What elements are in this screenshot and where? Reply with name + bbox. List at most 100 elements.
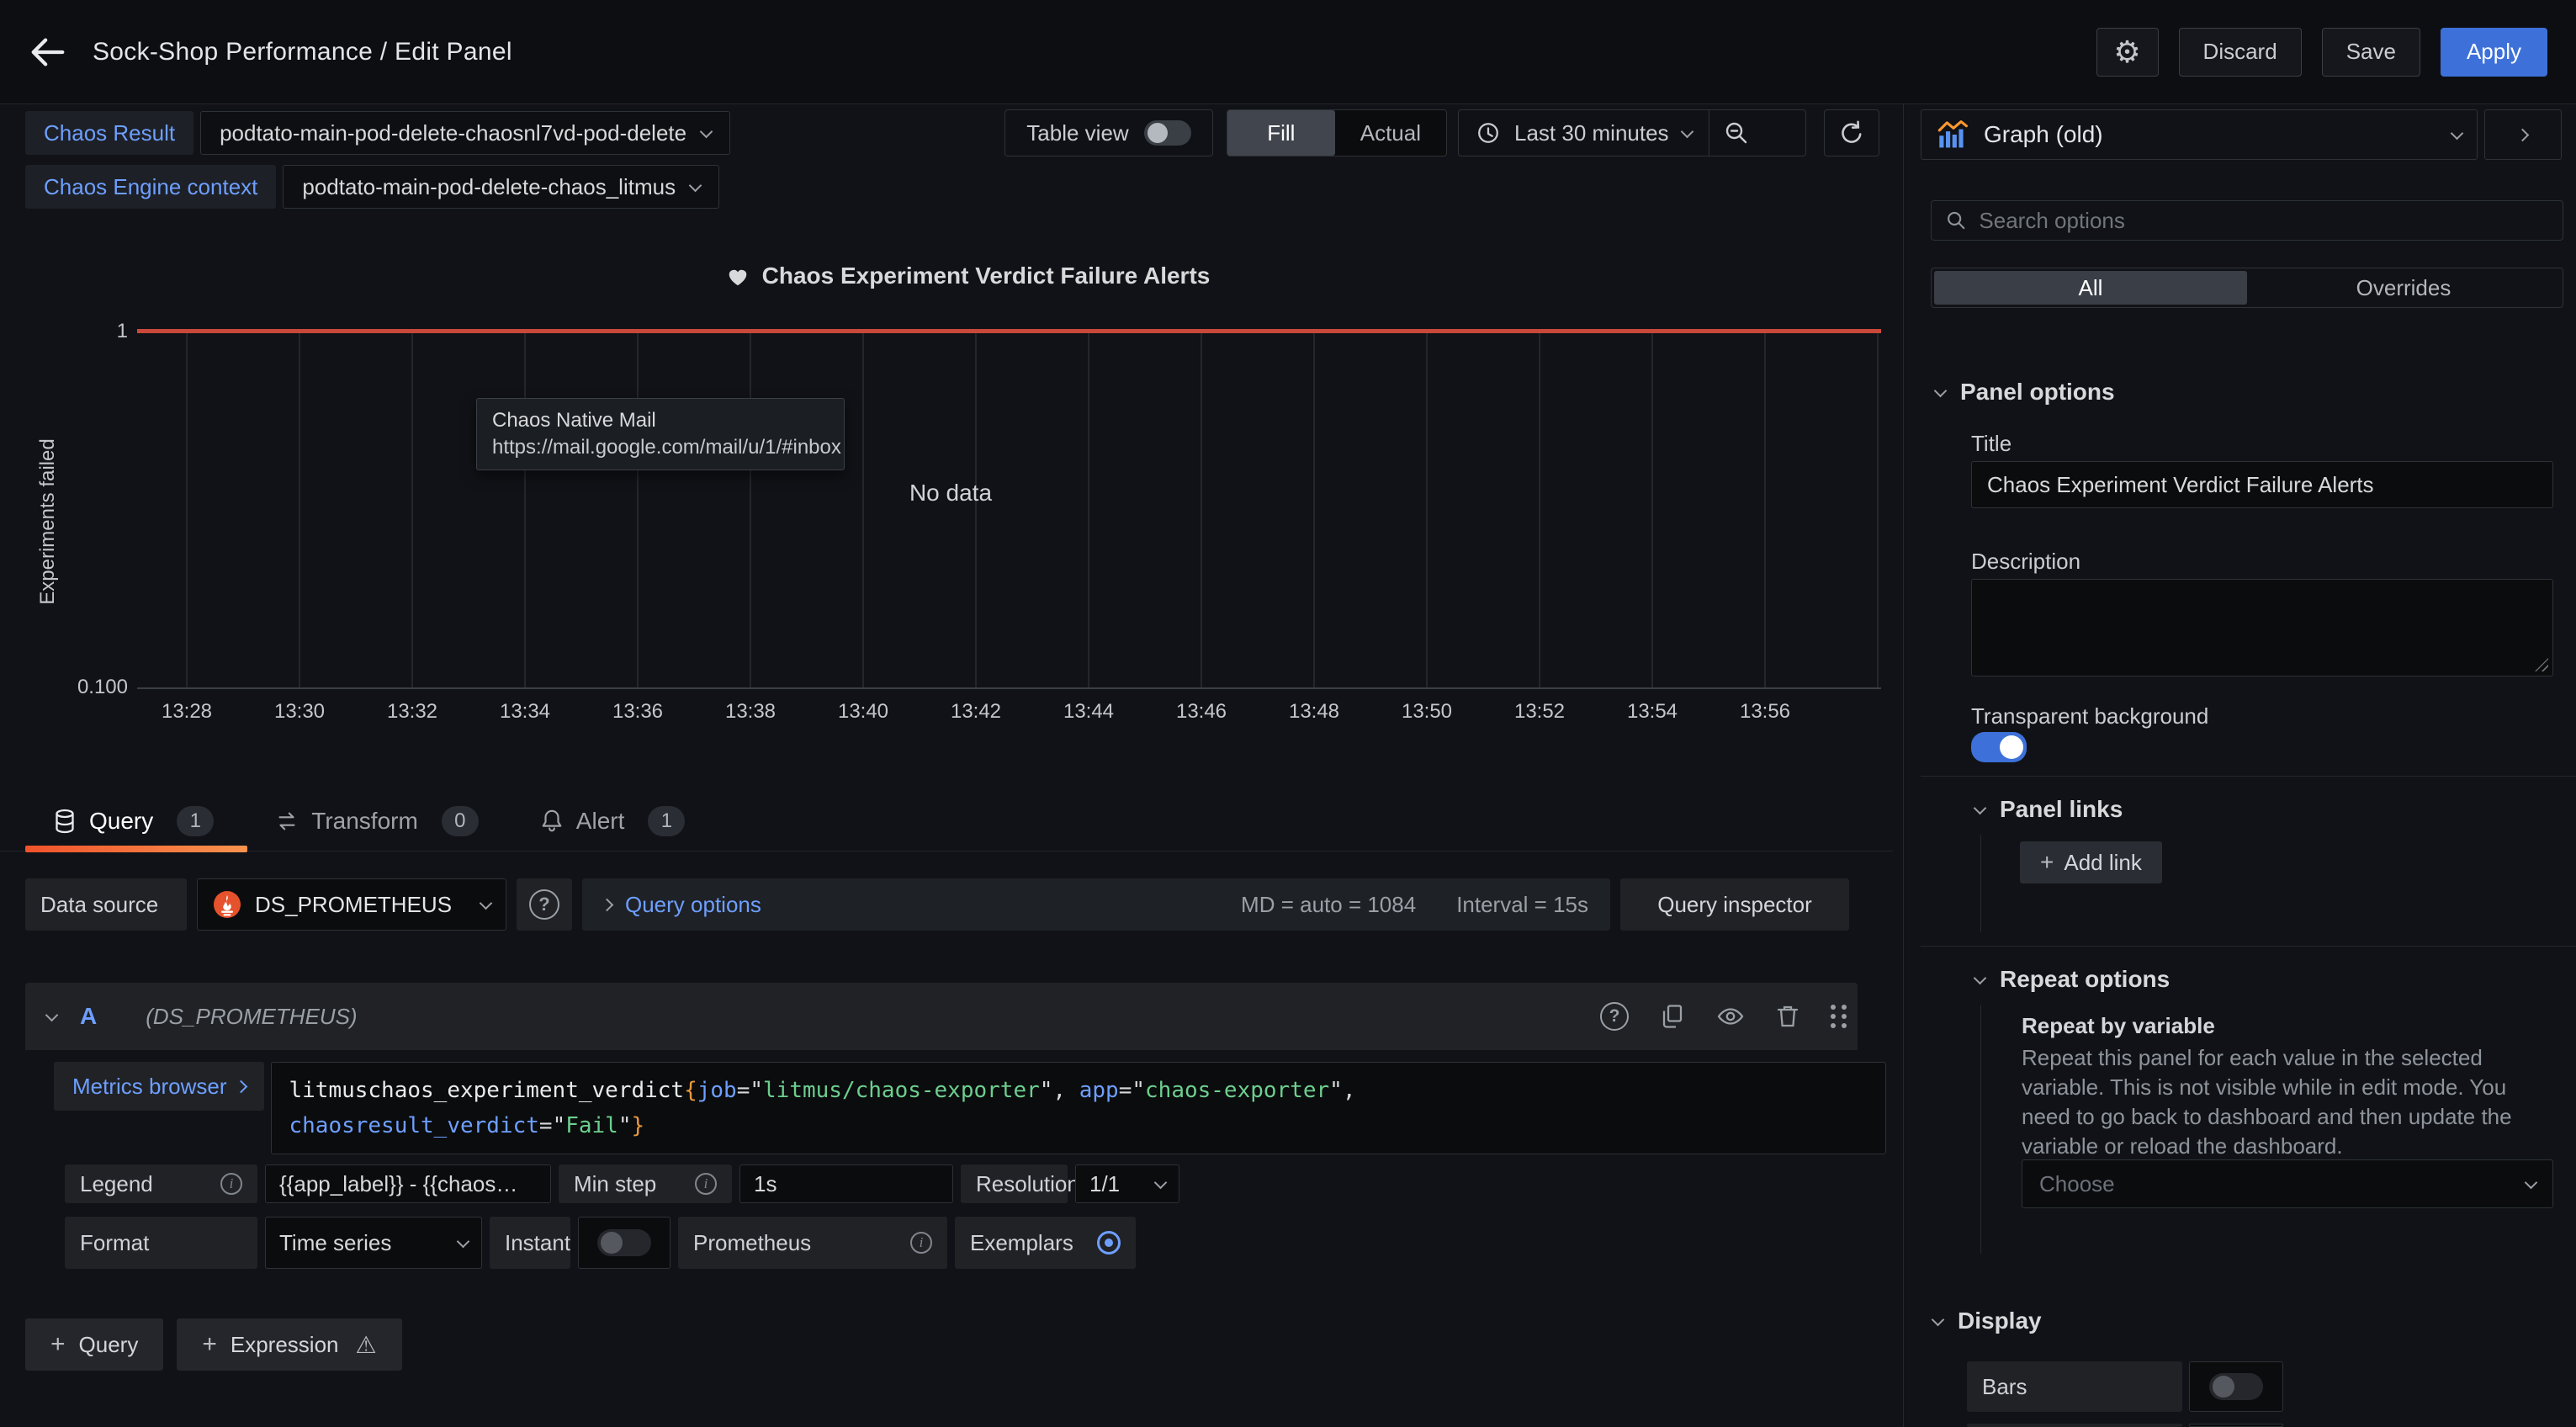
query-options-bar[interactable]: Query options MD = auto = 1084 Interval … bbox=[582, 878, 1610, 931]
add-link-button[interactable]: + Add link bbox=[2020, 841, 2162, 883]
exemplars-icon[interactable] bbox=[1097, 1231, 1121, 1255]
visualization-name: Graph (old) bbox=[1984, 121, 2439, 148]
query-options-row-2: Format Time series Instant Prometheus i … bbox=[65, 1217, 1136, 1269]
datasource-picker[interactable]: DS_PROMETHEUS bbox=[197, 878, 506, 931]
variable-value-dropdown[interactable]: podtato-main-pod-delete-chaosnl7vd-pod-d… bbox=[200, 111, 730, 155]
promql-line: chaosresult_verdict="Fail"} bbox=[289, 1108, 1868, 1143]
add-query-button[interactable]: + Query bbox=[25, 1318, 163, 1371]
tab-label: Query bbox=[89, 808, 153, 835]
x-tick-label: 13:36 bbox=[581, 700, 694, 724]
min-step-input-wrap bbox=[739, 1164, 953, 1203]
delete-icon[interactable] bbox=[1775, 1003, 1800, 1030]
search-input[interactable] bbox=[1979, 208, 2549, 234]
instant-label-box: Instant bbox=[490, 1217, 570, 1269]
actual-option[interactable]: Actual bbox=[1335, 110, 1446, 156]
format-value: Time series bbox=[279, 1230, 391, 1256]
instant-toggle[interactable] bbox=[597, 1229, 651, 1256]
save-button[interactable]: Save bbox=[2322, 28, 2420, 77]
discard-button[interactable]: Discard bbox=[2179, 28, 2302, 77]
tab-transform[interactable]: Transform 0 bbox=[274, 791, 479, 851]
resolution-value: 1/1 bbox=[1089, 1171, 1120, 1197]
duplicate-icon[interactable] bbox=[1659, 1003, 1686, 1030]
x-tick-label: 13:38 bbox=[694, 700, 807, 724]
repeat-variable-dropdown[interactable]: Choose bbox=[2022, 1159, 2553, 1208]
fill-actual-switch: Fill Actual bbox=[1227, 109, 1447, 156]
min-step-input[interactable] bbox=[754, 1171, 939, 1197]
info-icon: i bbox=[910, 1232, 932, 1254]
threshold-line bbox=[137, 329, 1881, 333]
tab-alert[interactable]: Alert 1 bbox=[539, 791, 686, 851]
panel-header[interactable]: Chaos Experiment Verdict Failure Alerts bbox=[50, 263, 1884, 289]
promql-token: app bbox=[1079, 1078, 1119, 1103]
query-help-icon[interactable]: ? bbox=[1600, 1002, 1629, 1031]
promql-token: " bbox=[618, 1113, 632, 1138]
panel-title-input[interactable] bbox=[1987, 472, 2537, 498]
x-tick-label: 13:28 bbox=[130, 700, 243, 724]
promql-token: = bbox=[539, 1113, 553, 1138]
query-options-row-1: Legend i Min step i Resolution 1/1 bbox=[65, 1164, 1179, 1203]
repeat-by-variable-label: Repeat by variable bbox=[2022, 1013, 2215, 1039]
display-section-header[interactable]: Display bbox=[1933, 1308, 2042, 1334]
filter-tab-all[interactable]: All bbox=[1934, 271, 2247, 305]
variable-chaos-engine-context: Chaos Engine context podtato-main-pod-de… bbox=[25, 165, 719, 209]
variable-value: podtato-main-pod-delete-chaos_litmus bbox=[302, 174, 676, 200]
description-textarea[interactable] bbox=[1971, 579, 2553, 676]
add-expression-button[interactable]: + Expression ⚠ bbox=[177, 1318, 401, 1371]
x-tick-label: 13:42 bbox=[920, 700, 1032, 724]
data-link-tooltip[interactable]: Chaos Native Mail https://mail.google.co… bbox=[476, 398, 845, 470]
query-options-label: Query options bbox=[625, 892, 761, 918]
collapse-options-button[interactable] bbox=[2484, 109, 2562, 160]
panel-options-section-header[interactable]: Panel options bbox=[1936, 379, 2115, 406]
toggle-visibility-icon[interactable] bbox=[1716, 1004, 1745, 1029]
query-inspector-button[interactable]: Query inspector bbox=[1620, 878, 1849, 931]
time-range-picker[interactable]: Last 30 minutes bbox=[1459, 110, 1709, 156]
fill-option[interactable]: Fill bbox=[1227, 110, 1335, 156]
panel-links-section-header[interactable]: Panel links bbox=[1975, 796, 2123, 823]
transform-icon bbox=[274, 809, 299, 834]
metrics-browser-button[interactable]: Metrics browser bbox=[54, 1062, 264, 1111]
filter-tab-overrides[interactable]: Overrides bbox=[2247, 271, 2560, 305]
legend-input[interactable] bbox=[279, 1171, 537, 1197]
table-view-toggle[interactable] bbox=[1144, 120, 1191, 146]
format-dropdown[interactable]: Time series bbox=[265, 1217, 482, 1269]
transparent-bg-toggle[interactable] bbox=[1971, 732, 2027, 762]
query-toolbar: Data source DS_PROMETHEUS ? Query option… bbox=[25, 878, 1849, 931]
refresh-icon bbox=[1838, 119, 1865, 146]
promql-token: chaos-exporter bbox=[1145, 1078, 1329, 1103]
section-divider bbox=[1921, 946, 2576, 947]
drag-handle-icon[interactable] bbox=[1831, 1005, 1836, 1010]
panel-title-text: Chaos Experiment Verdict Failure Alerts bbox=[762, 263, 1211, 289]
query-row-header[interactable]: A (DS_PROMETHEUS) ? bbox=[25, 983, 1858, 1050]
visualization-picker[interactable]: Graph (old) bbox=[1921, 109, 2478, 160]
chevron-down-icon bbox=[1932, 1313, 1945, 1326]
zoom-out-button[interactable] bbox=[1709, 110, 1763, 156]
promql-token: " bbox=[1329, 1078, 1343, 1103]
bell-icon bbox=[539, 808, 564, 835]
interval-stat: Interval = 15s bbox=[1456, 892, 1588, 918]
exemplars-box: Exemplars bbox=[955, 1217, 1136, 1269]
promql-editor[interactable]: litmuschaos_experiment_verdict{job="litm… bbox=[271, 1062, 1886, 1154]
back-arrow-icon[interactable] bbox=[29, 33, 67, 72]
query-row-actions: ? bbox=[1600, 1002, 1836, 1031]
indent-guide bbox=[1980, 835, 1981, 932]
add-query-label: Query bbox=[79, 1332, 139, 1358]
title-input-wrap bbox=[1971, 461, 2553, 508]
editor-tab-bar: Query 1 Transform 0 Alert 1 bbox=[0, 791, 1893, 851]
add-link-label: Add link bbox=[2064, 850, 2142, 876]
chevron-down-icon bbox=[1974, 801, 1987, 814]
repeat-options-section-header[interactable]: Repeat options bbox=[1975, 966, 2170, 993]
promql-token: { bbox=[684, 1078, 697, 1103]
resolution-dropdown[interactable]: 1/1 bbox=[1075, 1164, 1179, 1203]
apply-button[interactable]: Apply bbox=[2441, 28, 2547, 77]
bars-toggle[interactable] bbox=[2209, 1373, 2263, 1400]
variable-label: Chaos Engine context bbox=[25, 165, 276, 209]
promql-token: " bbox=[750, 1078, 763, 1103]
tab-query[interactable]: Query 1 bbox=[52, 791, 214, 851]
resize-grip-icon[interactable] bbox=[2535, 658, 2548, 671]
panel-settings-button[interactable]: ⚙ bbox=[2096, 28, 2159, 77]
datasource-help-button[interactable]: ? bbox=[517, 878, 572, 931]
variable-value-dropdown[interactable]: podtato-main-pod-delete-chaos_litmus bbox=[283, 165, 719, 209]
refresh-button[interactable] bbox=[1824, 109, 1879, 156]
bars-label: Bars bbox=[1982, 1374, 2027, 1400]
promql-token: , bbox=[1052, 1078, 1079, 1103]
